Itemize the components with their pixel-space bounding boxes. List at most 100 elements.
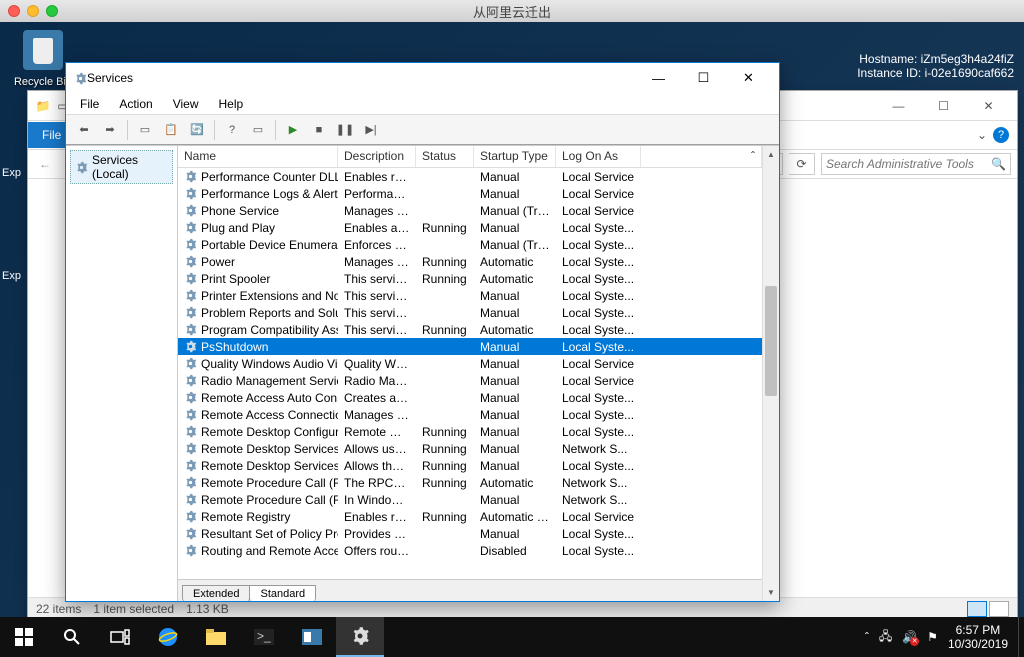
system-tray[interactable]: ˆ 🖧 🔊✕ ⚑ 6:57 PM 10/30/2019 bbox=[855, 623, 1018, 652]
service-name: Remote Desktop Services bbox=[201, 442, 338, 456]
service-row[interactable]: Remote Access Auto Conne...Creates a co.… bbox=[178, 389, 762, 406]
services-list[interactable]: Name Description Status Startup Type Log… bbox=[178, 146, 762, 601]
service-row[interactable]: Performance Counter DLL ...Enables rem..… bbox=[178, 168, 762, 185]
taskview-button[interactable] bbox=[96, 617, 144, 657]
list-rows[interactable]: Performance Counter DLL ...Enables rem..… bbox=[178, 168, 762, 579]
menu-action[interactable]: Action bbox=[109, 94, 162, 114]
service-row[interactable]: Phone ServiceManages th...Manual (Trig..… bbox=[178, 202, 762, 219]
service-row[interactable]: Performance Logs & AlertsPerformanc...Ma… bbox=[178, 185, 762, 202]
search-input[interactable] bbox=[826, 157, 991, 171]
close-button[interactable]: ✕ bbox=[966, 92, 1011, 120]
search-button[interactable] bbox=[48, 617, 96, 657]
services-titlebar[interactable]: Services — ☐ ✕ bbox=[66, 63, 779, 93]
network-icon[interactable]: 🖧 bbox=[879, 627, 892, 648]
service-name: PsShutdown bbox=[201, 340, 268, 354]
scroll-down-button[interactable]: ▼ bbox=[763, 584, 779, 601]
close-button[interactable]: ✕ bbox=[726, 64, 771, 92]
help-button[interactable]: ? bbox=[220, 118, 244, 142]
maximize-button[interactable]: ☐ bbox=[921, 92, 966, 120]
service-row[interactable]: Remote RegistryEnables rem...RunningAuto… bbox=[178, 508, 762, 525]
services-tree[interactable]: Services (Local) bbox=[66, 146, 178, 601]
list-header[interactable]: Name Description Status Startup Type Log… bbox=[178, 146, 762, 168]
service-row[interactable]: Problem Reports and Soluti...This servic… bbox=[178, 304, 762, 321]
service-row[interactable]: Portable Device Enumerator...Enforces gr… bbox=[178, 236, 762, 253]
minimize-button[interactable]: — bbox=[876, 92, 921, 120]
taskbar-services-icon[interactable] bbox=[336, 617, 384, 657]
service-row[interactable]: Quality Windows Audio Vid...Quality Win.… bbox=[178, 355, 762, 372]
server-manager-icon[interactable] bbox=[288, 617, 336, 657]
col-logon[interactable]: Log On As bbox=[556, 146, 641, 167]
service-row[interactable]: Resultant Set of Policy Provi...Provides… bbox=[178, 525, 762, 542]
explorer-icon[interactable] bbox=[192, 617, 240, 657]
maximize-button[interactable]: ☐ bbox=[681, 64, 726, 92]
menu-file[interactable]: File bbox=[70, 94, 109, 114]
ie-icon[interactable] bbox=[144, 617, 192, 657]
service-row[interactable]: Remote Procedure Call (RP...In Windows..… bbox=[178, 491, 762, 508]
search-box[interactable]: 🔍 bbox=[821, 153, 1011, 175]
showhide-tree-button[interactable]: ▭ bbox=[133, 118, 157, 142]
services-window[interactable]: Services — ☐ ✕ File Action View Help ⬅ ➡… bbox=[65, 62, 780, 602]
service-row[interactable]: Program Compatibility Assi...This servic… bbox=[178, 321, 762, 338]
service-row[interactable]: Remote Desktop Services U...Allows the r… bbox=[178, 457, 762, 474]
gear-icon bbox=[184, 544, 197, 557]
stop-button[interactable]: ■ bbox=[307, 118, 331, 142]
properties-button[interactable]: ▭ bbox=[246, 118, 270, 142]
forward-button[interactable]: ➡ bbox=[98, 118, 122, 142]
service-desc: Enables rem... bbox=[338, 170, 416, 184]
restart-button[interactable]: ▶| bbox=[359, 118, 383, 142]
clock[interactable]: 6:57 PM 10/30/2019 bbox=[948, 623, 1008, 652]
service-row[interactable]: Printer Extensions and Notif...This serv… bbox=[178, 287, 762, 304]
menu-help[interactable]: Help bbox=[209, 94, 254, 114]
flag-icon[interactable]: ⚑ bbox=[927, 630, 938, 644]
back-button[interactable]: ← bbox=[34, 153, 56, 175]
start-button[interactable] bbox=[0, 617, 48, 657]
scroll-thumb[interactable] bbox=[765, 286, 777, 396]
tray-overflow-icon[interactable]: ˆ bbox=[865, 630, 869, 644]
help-icon[interactable]: ? bbox=[993, 127, 1009, 143]
cmd-icon[interactable]: >_ bbox=[240, 617, 288, 657]
details-view-button[interactable] bbox=[967, 601, 987, 617]
service-row[interactable]: Routing and Remote AccessOffers routi...… bbox=[178, 542, 762, 559]
tree-root[interactable]: Services (Local) bbox=[70, 150, 173, 184]
service-desc: In Windows... bbox=[338, 493, 416, 507]
col-status[interactable]: Status bbox=[416, 146, 474, 167]
svg-text:>_: >_ bbox=[257, 629, 271, 643]
tab-extended[interactable]: Extended bbox=[182, 585, 250, 601]
service-startup: Manual bbox=[474, 170, 556, 184]
icons-view-button[interactable] bbox=[989, 601, 1009, 617]
service-desc: Remote Des... bbox=[338, 425, 416, 439]
pause-button[interactable]: ❚❚ bbox=[333, 118, 357, 142]
service-row[interactable]: Remote Desktop Configurat...Remote Des..… bbox=[178, 423, 762, 440]
service-row[interactable]: Print SpoolerThis service ...RunningAuto… bbox=[178, 270, 762, 287]
gear-icon bbox=[184, 306, 197, 319]
start-button[interactable]: ▶ bbox=[281, 118, 305, 142]
service-row[interactable]: PowerManages p...RunningAutomaticLocal S… bbox=[178, 253, 762, 270]
refresh-button[interactable]: ⟳ bbox=[789, 153, 815, 175]
taskbar[interactable]: >_ ˆ 🖧 🔊✕ ⚑ 6:57 PM 10/30/2019 bbox=[0, 617, 1024, 657]
menu-view[interactable]: View bbox=[163, 94, 209, 114]
export-button[interactable]: 📋 bbox=[159, 118, 183, 142]
service-row[interactable]: Remote Procedure Call (RPC)The RPCSS ...… bbox=[178, 474, 762, 491]
service-desc: This service ... bbox=[338, 289, 416, 303]
service-row[interactable]: Remote Desktop ServicesAllows user...Run… bbox=[178, 440, 762, 457]
col-name[interactable]: Name bbox=[178, 146, 338, 167]
service-name: Quality Windows Audio Vid... bbox=[201, 357, 338, 371]
ribbon-expand-icon[interactable]: ⌄ bbox=[977, 128, 987, 142]
back-button[interactable]: ⬅ bbox=[72, 118, 96, 142]
minimize-button[interactable]: — bbox=[636, 64, 681, 92]
refresh-button[interactable]: 🔄 bbox=[185, 118, 209, 142]
service-row[interactable]: PsShutdownManualLocal Syste... bbox=[178, 338, 762, 355]
scroll-up-button[interactable]: ▲ bbox=[763, 146, 779, 163]
service-row[interactable]: Remote Access Connection...Manages di...… bbox=[178, 406, 762, 423]
gear-icon bbox=[184, 255, 197, 268]
col-startup[interactable]: Startup Type bbox=[474, 146, 556, 167]
vertical-scrollbar[interactable]: ▲ ▼ bbox=[762, 146, 779, 601]
windows-desktop[interactable]: Recycle Bin Hostname: iZm5eg3h4a24fiZ In… bbox=[0, 22, 1024, 617]
volume-muted-icon[interactable]: 🔊✕ bbox=[902, 630, 917, 644]
col-sort-indicator[interactable]: ˆ bbox=[641, 146, 762, 167]
service-row[interactable]: Plug and PlayEnables a c...RunningManual… bbox=[178, 219, 762, 236]
col-desc[interactable]: Description bbox=[338, 146, 416, 167]
tab-standard[interactable]: Standard bbox=[249, 585, 316, 601]
service-row[interactable]: Radio Management ServiceRadio Mana...Man… bbox=[178, 372, 762, 389]
show-desktop-button[interactable] bbox=[1018, 617, 1024, 657]
